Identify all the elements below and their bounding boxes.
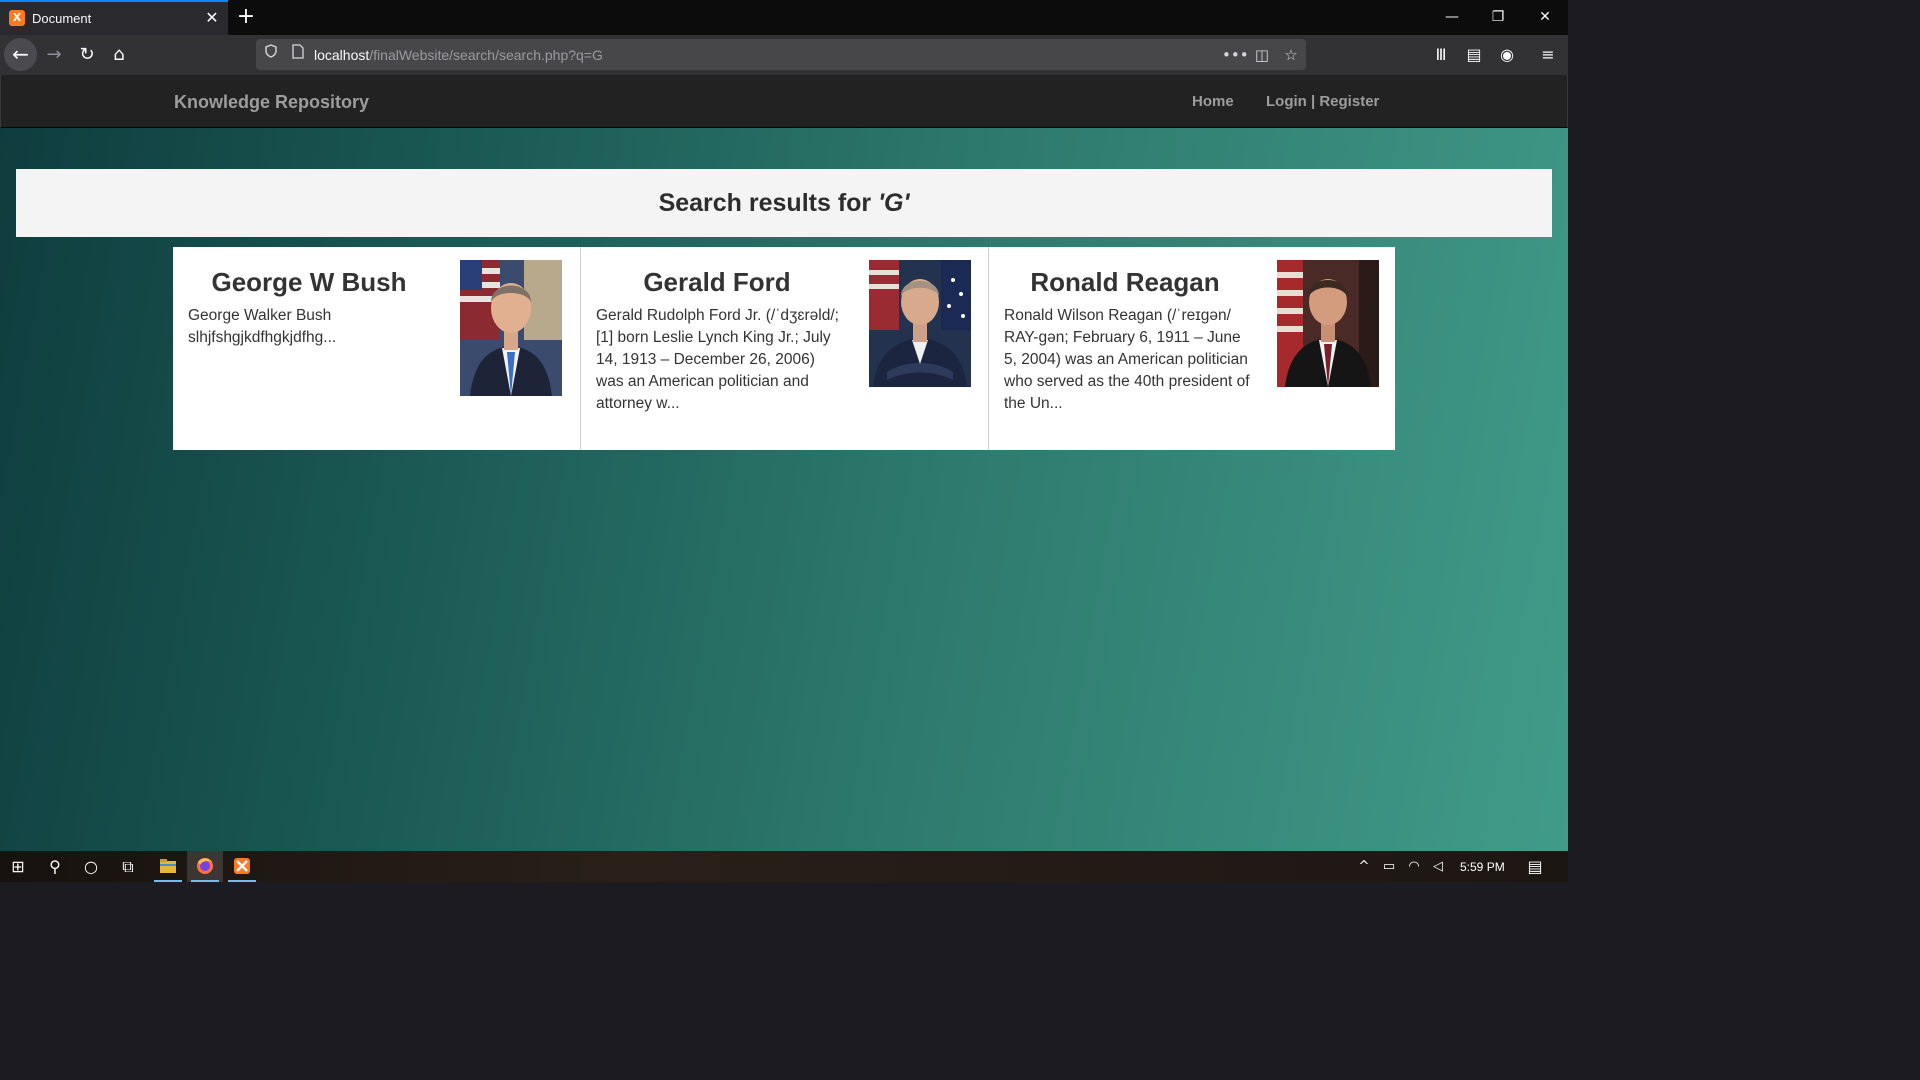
search-icon[interactable]: ⚲ <box>37 851 73 882</box>
result-card[interactable]: George W Bush George Walker Bush slhjfsh… <box>173 247 581 450</box>
windows-start-icon[interactable]: ⊞ <box>0 851 36 882</box>
page-viewport: Knowledge Repository Home Login | Regist… <box>0 75 1568 851</box>
xampp-icon[interactable] <box>224 851 260 882</box>
nav-login-register-link[interactable]: Login | Register <box>1266 93 1379 111</box>
xampp-favicon-icon: X <box>9 10 25 26</box>
url-path: /finalWebsite/search/search.php?q=G <box>369 47 603 63</box>
result-title[interactable]: Gerald Ford <box>597 267 837 297</box>
site-navbar: Knowledge Repository Home Login | Regist… <box>0 75 1568 128</box>
url-text[interactable]: localhost/finalWebsite/search/search.php… <box>314 46 603 64</box>
portrait-photo <box>460 260 562 396</box>
result-description: George Walker Bush slhjfshgjkdfhgkjdfhg.… <box>188 307 337 346</box>
cortana-icon[interactable]: ○ <box>73 851 109 882</box>
library-icon[interactable]: Ⅲ <box>1427 41 1455 69</box>
bookmark-star-icon[interactable]: ☆ <box>1279 43 1303 67</box>
portrait-photo <box>869 260 971 387</box>
tab-close-icon[interactable]: ✕ <box>201 7 223 29</box>
wifi-icon[interactable]: ◠ <box>1404 851 1424 882</box>
url-host: localhost <box>314 47 370 63</box>
result-description: Ronald Wilson Reagan (/ˈreɪɡən/ RAY-gən;… <box>1004 307 1250 412</box>
search-query: 'G' <box>878 189 910 217</box>
taskbar-clock[interactable]: 5:59 PM <box>1460 859 1505 875</box>
site-brand[interactable]: Knowledge Repository <box>174 91 369 113</box>
back-button[interactable]: ← <box>4 38 37 71</box>
minimize-button[interactable]: — <box>1437 5 1467 29</box>
home-button[interactable]: ⌂ <box>104 40 134 70</box>
battery-icon[interactable]: ▭ <box>1378 851 1400 882</box>
search-results-header: Search results for 'G' <box>16 169 1552 237</box>
hamburger-menu-icon[interactable]: ≡ <box>1534 41 1562 69</box>
nav-home-link[interactable]: Home <box>1192 93 1234 111</box>
result-description: Gerald Rudolph Ford Jr. (/ˈdʒɛrəld/;[1] … <box>596 307 839 412</box>
browser-tab-bar: X Document ✕ + — ❐ ✕ <box>0 0 1568 35</box>
firefox-icon[interactable] <box>187 851 223 882</box>
browser-tab[interactable]: X Document ✕ <box>0 0 228 35</box>
reload-button[interactable]: ↻ <box>72 40 102 70</box>
result-card[interactable]: Gerald Ford Gerald Rudolph Ford Jr. (/ˈd… <box>580 247 988 450</box>
page-title: Search results for 'G' <box>16 188 1552 218</box>
result-title[interactable]: Ronald Reagan <box>1005 267 1245 297</box>
tray-overflow-chevron-up-icon[interactable]: ^ <box>1355 851 1373 882</box>
task-view-icon[interactable]: ⧉ <box>110 851 146 882</box>
page-actions-more-icon[interactable]: ••• <box>1222 43 1249 67</box>
new-tab-button[interactable]: + <box>234 4 258 30</box>
result-title[interactable]: George W Bush <box>189 267 429 297</box>
file-explorer-icon[interactable] <box>150 851 186 882</box>
url-bar[interactable]: localhost/finalWebsite/search/search.php… <box>256 39 1306 70</box>
forward-button[interactable]: → <box>39 40 69 70</box>
portrait-photo <box>1277 260 1379 387</box>
window-close-button[interactable]: ✕ <box>1530 5 1560 29</box>
account-icon[interactable]: ◉ <box>1493 41 1521 69</box>
pocket-icon[interactable]: ◫ <box>1250 43 1274 67</box>
page-info-icon[interactable] <box>288 44 308 65</box>
windows-taskbar: ⊞ ⚲ ○ ⧉ ^ ▭ ◠ ◁ 5:59 PM ▤ <box>0 851 1568 882</box>
volume-icon[interactable]: ◁ <box>1428 851 1448 882</box>
tab-title: Document <box>32 11 92 26</box>
tracking-protection-shield-icon[interactable] <box>260 44 282 65</box>
restore-button[interactable]: ❐ <box>1483 5 1513 29</box>
sidebar-icon[interactable]: ▤ <box>1460 41 1488 69</box>
results-title-prefix: Search results for <box>658 189 879 217</box>
browser-toolbar: ← → ↻ ⌂ localhost/finalWebsite/search/se… <box>0 35 1568 75</box>
result-card[interactable]: Ronald Reagan Ronald Wilson Reagan (/ˈre… <box>988 247 1396 450</box>
results-list: George W Bush George Walker Bush slhjfsh… <box>173 247 1395 450</box>
action-center-notifications-icon[interactable]: ▤ <box>1522 851 1548 882</box>
